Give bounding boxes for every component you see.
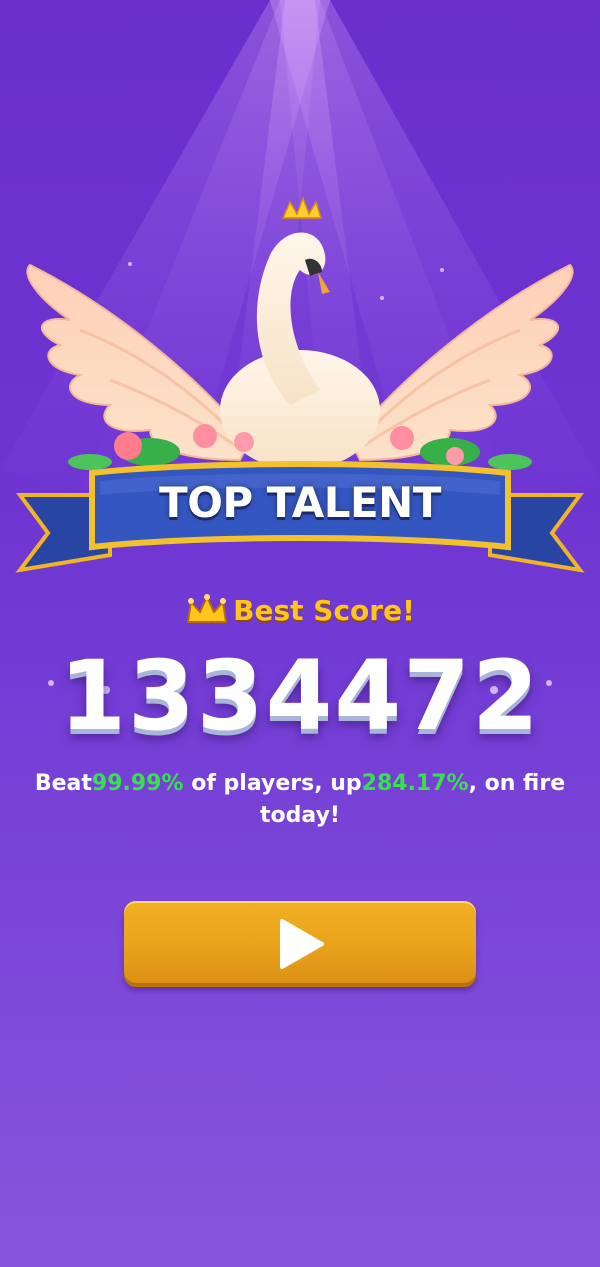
best-score-row: Best Score! bbox=[0, 590, 600, 630]
crown-icon bbox=[281, 195, 323, 219]
play-button[interactable] bbox=[124, 901, 476, 987]
up-percent: 284.17% bbox=[361, 771, 469, 796]
crown-icon bbox=[186, 594, 228, 623]
banner-title: TOP TALENT bbox=[159, 478, 441, 527]
play-icon bbox=[280, 919, 324, 969]
stats-prefix: Beat bbox=[34, 771, 92, 796]
best-score-label: Best Score! bbox=[233, 593, 415, 627]
stats-text: Beat99.99% of players, up284.17%, on fir… bbox=[30, 768, 570, 832]
beat-percent: 99.99% bbox=[91, 771, 184, 796]
score-value: 1334472 bbox=[59, 640, 541, 752]
stats-middle: of players, up bbox=[183, 771, 362, 796]
